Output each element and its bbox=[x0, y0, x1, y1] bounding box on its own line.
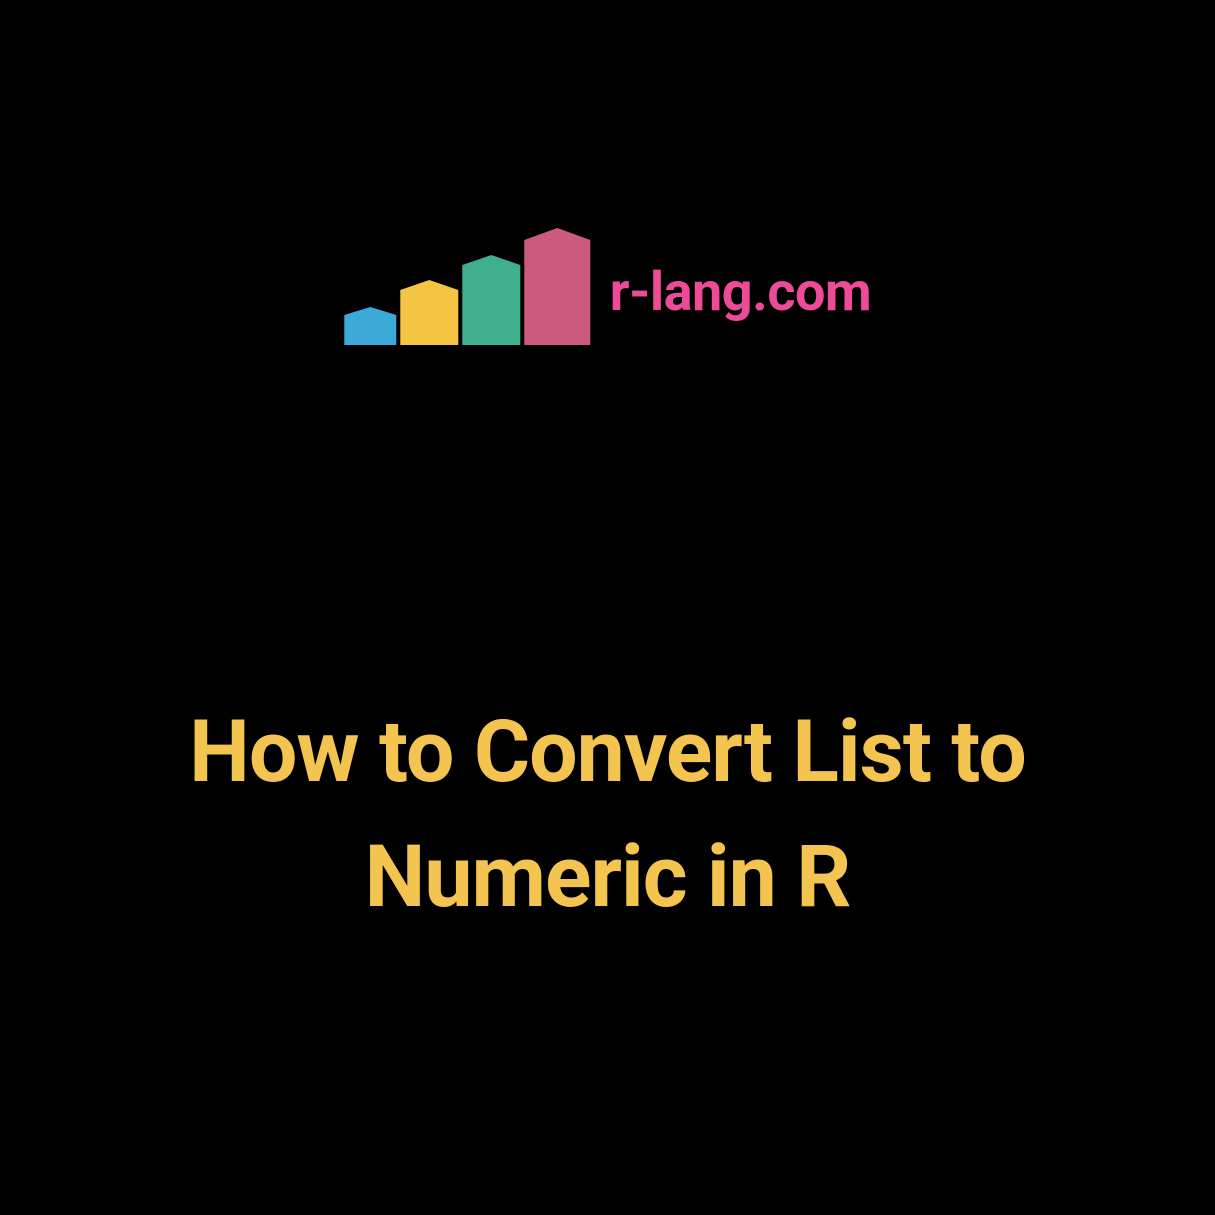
bar-chart-icon-blue bbox=[344, 315, 396, 345]
bar-chart-icon-yellow bbox=[400, 290, 458, 345]
page-title: How to Convert List to Numeric in R bbox=[0, 690, 1215, 939]
bar-chart-icon-green bbox=[462, 265, 520, 345]
bar-chart-icon-pink bbox=[524, 240, 590, 345]
domain-text: r-lang.com bbox=[610, 261, 871, 324]
logo-section: r-lang.com bbox=[344, 240, 871, 345]
logo-bars bbox=[344, 240, 590, 345]
